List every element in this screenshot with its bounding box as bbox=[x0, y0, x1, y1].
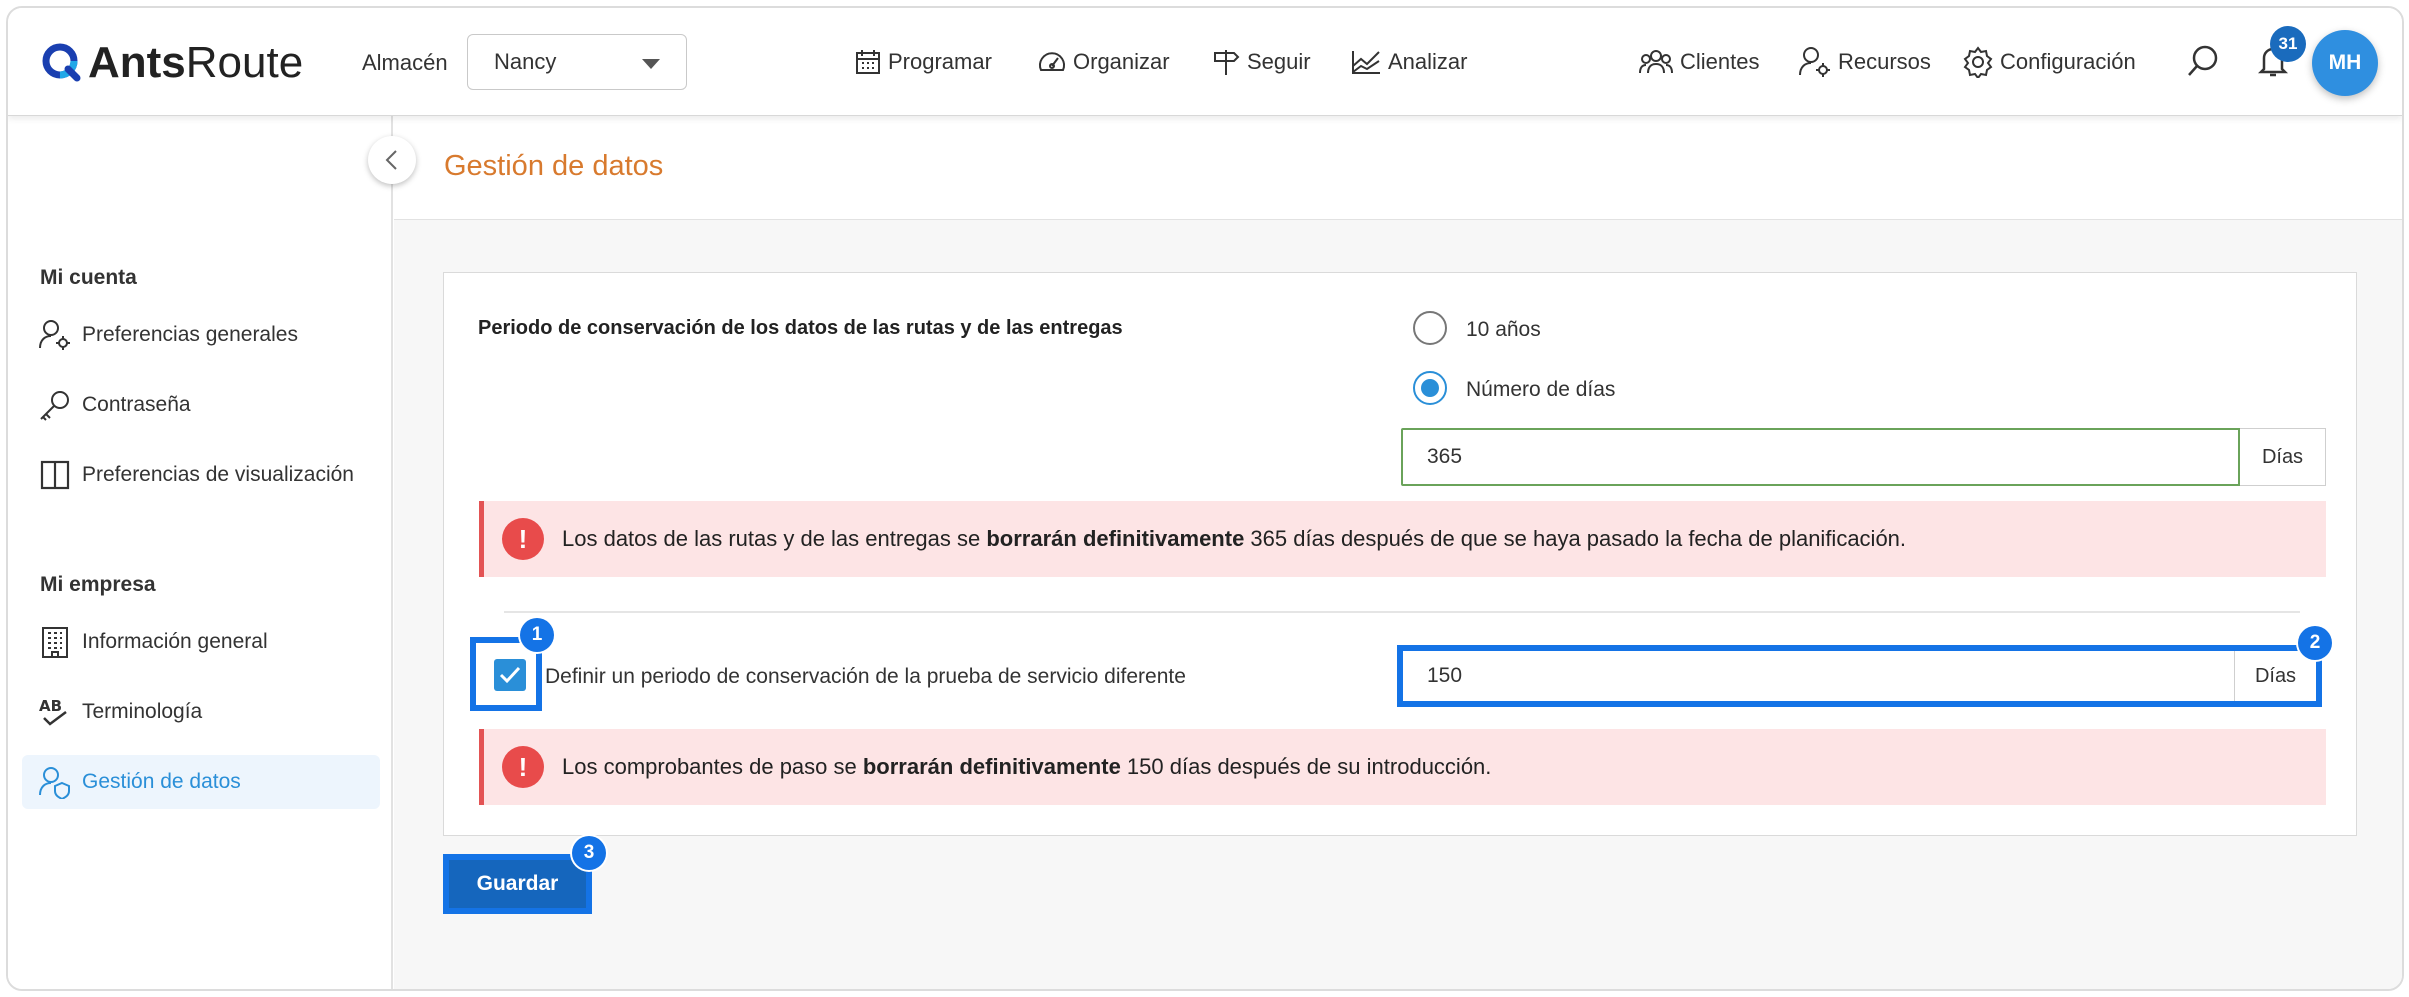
days-unit-label: Días bbox=[2240, 428, 2326, 486]
search-icon bbox=[2188, 45, 2218, 76]
main-content: Gestión de datos Periodo de conservación… bbox=[394, 116, 2402, 989]
chart-icon bbox=[1352, 51, 1380, 74]
pod-warning-text: Los comprobantes de paso se borrarán def… bbox=[562, 754, 1491, 780]
nav-resources[interactable]: Recursos bbox=[1798, 8, 1931, 116]
retention-days-input[interactable]: 365 bbox=[1401, 428, 2240, 486]
checkmark-icon bbox=[499, 666, 521, 684]
signpost-icon bbox=[1214, 50, 1240, 75]
step-marker-2: 2 bbox=[2298, 626, 2332, 660]
radio-number-of-days-label: Número de días bbox=[1466, 378, 1616, 401]
alert-text-pre: Los datos de las rutas y de las entregas… bbox=[562, 526, 987, 551]
radio-number-of-days[interactable] bbox=[1413, 371, 1447, 405]
alert-text-post: 150 días después de su introducción. bbox=[1120, 754, 1492, 779]
brand-light: Route bbox=[185, 38, 304, 87]
logo-icon bbox=[42, 43, 81, 82]
pod-days-unit-label: Días bbox=[2234, 651, 2316, 701]
sidebar-item-general-preferences[interactable]: Preferencias generales bbox=[22, 308, 380, 362]
nav-analyze[interactable]: Analizar bbox=[1350, 8, 1467, 116]
page-title: Gestión de datos bbox=[444, 150, 664, 182]
collapse-sidebar-button[interactable] bbox=[368, 136, 416, 184]
nav-schedule-label: Programar bbox=[888, 49, 992, 74]
sidebar-item-label: Información general bbox=[82, 630, 268, 653]
sidebar-item-password[interactable]: Contraseña bbox=[22, 378, 380, 432]
exclamation-icon: ! bbox=[502, 518, 544, 560]
sidebar-item-data-management[interactable]: Gestión de datos bbox=[22, 755, 380, 809]
alert-text-bold: borrarán definitivamente bbox=[986, 526, 1245, 551]
notification-badge: 31 bbox=[2270, 26, 2306, 62]
user-gear-icon bbox=[1799, 47, 1830, 77]
brand-bold: Ants bbox=[88, 38, 186, 87]
alert-text-bold: borrarán definitivamente bbox=[862, 754, 1121, 779]
exclamation-icon: ! bbox=[502, 746, 544, 788]
nav-track[interactable]: Seguir bbox=[1211, 8, 1311, 116]
pod-days-input-group: 150 Días bbox=[1397, 645, 2322, 707]
key-icon bbox=[40, 391, 69, 421]
pod-days-input[interactable]: 150 bbox=[1403, 651, 2234, 701]
step-marker-1: 1 bbox=[520, 618, 554, 652]
retention-days-input-group: 365 Días bbox=[1401, 428, 2326, 486]
retention-warning: ! Los datos de las rutas y de las entreg… bbox=[479, 501, 2326, 577]
retention-warning-text: Los datos de las rutas y de las entregas… bbox=[562, 526, 1906, 552]
user-shield-icon bbox=[39, 767, 70, 799]
user-gear-icon bbox=[39, 320, 70, 350]
nav-resources-label: Recursos bbox=[1838, 49, 1931, 74]
search-button[interactable] bbox=[2186, 44, 2220, 83]
users-group-icon bbox=[1639, 50, 1673, 74]
nav-schedule[interactable]: Programar bbox=[854, 8, 992, 116]
pod-retention-checkbox[interactable] bbox=[494, 659, 526, 691]
warehouse-label: Almacén bbox=[362, 50, 448, 75]
sidebar-item-label: Gestión de datos bbox=[82, 770, 241, 793]
calendar-icon bbox=[856, 50, 880, 74]
svg-text:AB: AB bbox=[39, 697, 62, 715]
nav-organize[interactable]: Organizar bbox=[1037, 8, 1170, 116]
ab-check-icon: AB bbox=[39, 697, 67, 726]
section-my-company: Mi empresa bbox=[40, 573, 156, 596]
nav-analyze-label: Analizar bbox=[1388, 49, 1468, 74]
sidebar-item-general-info[interactable]: Información general bbox=[22, 615, 380, 669]
nav-organize-label: Organizar bbox=[1073, 49, 1170, 74]
step-marker-3: 3 bbox=[572, 836, 606, 870]
pod-retention-checkbox-label: Definir un periodo de conservación de la… bbox=[545, 665, 1186, 688]
nav-clients-label: Clientes bbox=[1680, 49, 1760, 74]
sidebar: Mi cuenta Preferencias generales Contras… bbox=[8, 116, 393, 989]
nav-settings[interactable]: Configuración bbox=[1962, 8, 2136, 116]
sidebar-item-label: Preferencias generales bbox=[82, 323, 298, 346]
alert-text-post: 365 días después de que se haya pasado l… bbox=[1244, 526, 1907, 551]
section-my-account: Mi cuenta bbox=[40, 266, 137, 289]
app-window: Ants Route Almacén Nancy Programar Organi… bbox=[6, 6, 2404, 991]
sidebar-item-label: Terminología bbox=[82, 700, 203, 723]
antsroute-logo[interactable]: Ants Route bbox=[42, 38, 303, 88]
building-icon bbox=[42, 627, 68, 658]
data-retention-card: Periodo de conservación de los datos de … bbox=[443, 272, 2357, 836]
avatar[interactable]: MH bbox=[2312, 30, 2378, 96]
gauge-icon bbox=[1039, 52, 1065, 71]
save-button[interactable]: Guardar bbox=[449, 860, 586, 908]
nav-settings-label: Configuración bbox=[2000, 49, 2136, 74]
top-navigation-bar: Ants Route Almacén Nancy Programar Organi… bbox=[8, 8, 2402, 116]
warehouse-select[interactable]: Nancy bbox=[467, 34, 687, 90]
sidebar-item-label: Contraseña bbox=[82, 393, 191, 416]
radio-10-years-label: 10 años bbox=[1466, 318, 1541, 341]
retention-title: Periodo de conservación de los datos de … bbox=[478, 317, 1123, 339]
nav-track-label: Seguir bbox=[1247, 49, 1311, 74]
warehouse-value: Nancy bbox=[494, 49, 557, 74]
nav-clients[interactable]: Clientes bbox=[1638, 8, 1759, 116]
page-header: Gestión de datos bbox=[394, 116, 2402, 220]
divider bbox=[504, 611, 2300, 613]
sidebar-item-display-preferences[interactable]: Preferencias de visualización bbox=[22, 448, 380, 502]
alert-text-pre: Los comprobantes de paso se bbox=[562, 754, 863, 779]
gear-icon bbox=[1963, 46, 1993, 78]
sidebar-item-label: Preferencias de visualización bbox=[82, 463, 354, 486]
chevron-down-icon bbox=[642, 59, 660, 69]
sidebar-item-terminology[interactable]: AB Terminología bbox=[22, 685, 380, 739]
columns-icon bbox=[40, 460, 70, 490]
chevron-left-icon bbox=[385, 150, 397, 170]
radio-10-years[interactable] bbox=[1413, 311, 1447, 345]
save-button-highlight: Guardar bbox=[443, 854, 592, 914]
pod-warning: ! Los comprobantes de paso se borrarán d… bbox=[479, 729, 2326, 805]
